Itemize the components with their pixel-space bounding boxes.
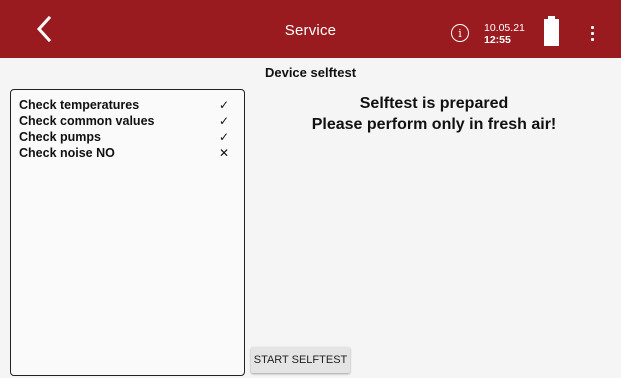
message-line-fresh-air: Please perform only in fresh air! — [311, 116, 557, 133]
info-circle-icon: i — [458, 26, 462, 40]
check-item-common-values: Check common values ✓ — [19, 113, 236, 129]
check-icon: ✓ — [218, 114, 230, 128]
check-label: Check noise NO — [19, 146, 115, 160]
check-icon: ✓ — [218, 130, 230, 144]
time-text: 12:55 — [484, 34, 511, 46]
info-button[interactable]: i — [451, 24, 469, 42]
check-item-noise-no: Check noise NO ✕ — [19, 145, 236, 161]
check-item-pumps: Check pumps ✓ — [19, 129, 236, 145]
check-label: Check temperatures — [19, 98, 140, 112]
check-item-temperatures: Check temperatures ✓ — [19, 97, 236, 113]
message-line-prepared: Selftest is prepared — [359, 95, 509, 112]
check-list-panel: Check temperatures ✓ Check common values… — [10, 89, 245, 376]
check-list: Check temperatures ✓ Check common values… — [11, 90, 244, 161]
check-label: Check pumps — [19, 130, 101, 144]
battery-full-icon — [544, 16, 559, 46]
selftest-message: Selftest is prepared Please perform only… — [247, 93, 621, 135]
app-title: Service — [284, 22, 337, 39]
start-selftest-button[interactable]: START SELFTEST — [251, 347, 350, 373]
page-title: Device selftest — [264, 65, 357, 80]
app-bar: Service i 10.05.21 12:55 — [0, 0, 621, 58]
datetime-display: 10.05.21 12:55 — [484, 22, 525, 46]
more-menu-button[interactable] — [585, 24, 601, 44]
date-text: 10.05.21 — [484, 22, 525, 34]
check-icon: ✓ — [218, 98, 230, 112]
check-label: Check common values — [19, 114, 155, 128]
cross-icon: ✕ — [218, 146, 230, 160]
